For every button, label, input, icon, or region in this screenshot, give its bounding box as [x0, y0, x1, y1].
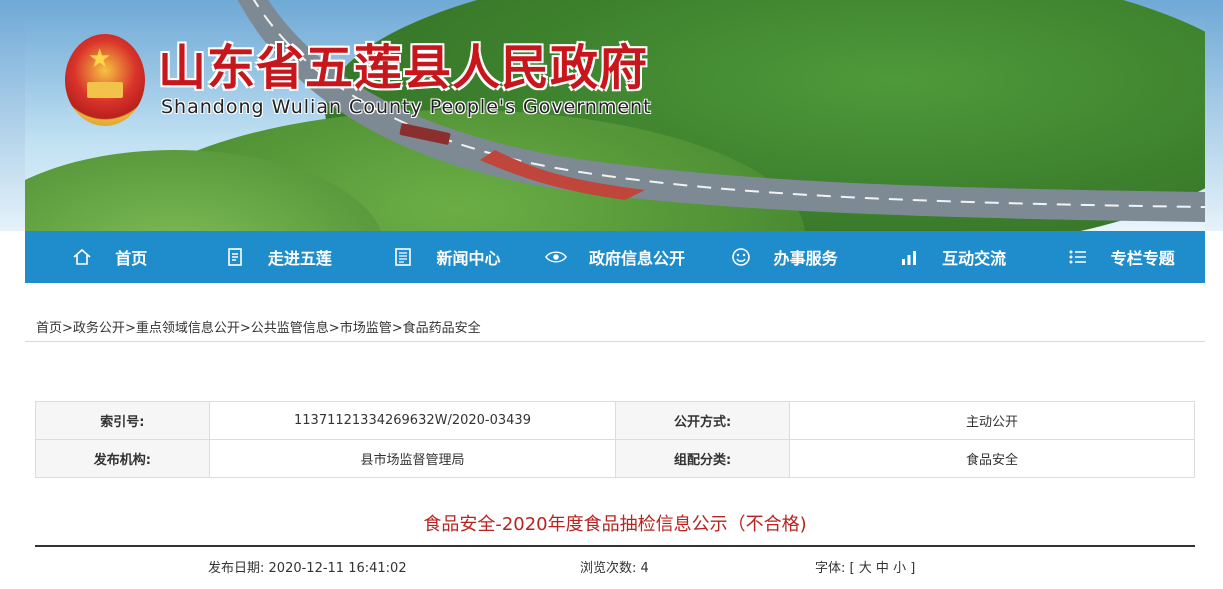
meta-label: 组配分类: — [615, 439, 790, 478]
nav-label: 首页 — [115, 249, 148, 268]
national-emblem-icon: ★ — [65, 34, 145, 126]
publish-date: 发布日期: 2020-12-11 16:41:02 — [208, 557, 407, 576]
font-size-large-button[interactable]: 大 — [859, 561, 872, 576]
document-meta-table: 索引号: 11371121334269632W/2020-03439 公开方式:… — [35, 401, 1195, 478]
smile-icon — [730, 246, 752, 268]
meta-label: 发布机构: — [35, 439, 210, 478]
main-nav: 首页 走进五莲 新闻中心 政府信息公开 办事服务 互动交流 专栏专题 — [25, 231, 1205, 283]
font-size-control: 字体: [ 大 中 小 ] — [815, 557, 915, 576]
nav-label: 走进五莲 — [267, 249, 332, 268]
nav-label: 办事服务 — [773, 249, 838, 268]
view-count-value: 4 — [640, 561, 649, 576]
nav-item-interaction[interactable]: 互动交流 — [868, 231, 1037, 283]
chart-icon — [898, 246, 920, 268]
nav-label: 政府信息公开 — [589, 249, 686, 268]
eye-icon — [545, 246, 568, 268]
publish-date-value: 2020-12-11 16:41:02 — [268, 561, 407, 576]
breadcrumb-separator: > — [124, 321, 136, 336]
banner-side-right — [1205, 0, 1223, 231]
article-title: 食品安全-2020年度食品抽检信息公示（不合格) — [423, 514, 807, 535]
nav-label: 专栏专题 — [1110, 249, 1175, 268]
nav-item-home[interactable]: 首页 — [25, 231, 194, 283]
view-count-label: 浏览次数: — [580, 561, 637, 576]
breadcrumb-separator: > — [239, 321, 251, 336]
table-row: 发布机构: 县市场监督管理局 组配分类: 食品安全 — [35, 439, 1195, 478]
breadcrumb-link[interactable]: 公共监管信息 — [251, 321, 329, 336]
breadcrumb-separator: > — [391, 321, 403, 336]
meta-label: 公开方式: — [615, 401, 790, 440]
site-title: 山东省五莲县人民政府 — [158, 40, 649, 96]
breadcrumb-link[interactable]: 政务公开 — [73, 321, 125, 336]
site-subtitle: Shandong Wulian County People's Governme… — [161, 96, 652, 118]
font-size-bracket-open: [ — [849, 561, 855, 576]
nav-item-about[interactable]: 走进五莲 — [194, 231, 363, 283]
meta-label: 索引号: — [35, 401, 210, 440]
nav-item-services[interactable]: 办事服务 — [699, 231, 868, 283]
header-banner: ★ 山东省五莲县人民政府 Shandong Wulian County Peop… — [25, 0, 1205, 231]
publish-date-label: 发布日期: — [208, 561, 265, 576]
document-icon — [224, 246, 246, 268]
news-icon — [392, 246, 414, 268]
nav-item-gov-info[interactable]: 政府信息公开 — [531, 231, 700, 283]
font-size-label: 字体: — [815, 561, 846, 576]
article-title-divider — [35, 545, 1195, 547]
breadcrumb-divider — [25, 341, 1205, 342]
font-size-bracket-close: ] — [910, 561, 916, 576]
breadcrumb-link[interactable]: 重点领域信息公开 — [136, 321, 240, 336]
banner-side-left — [0, 0, 25, 231]
meta-value: 11371121334269632W/2020-03439 — [208, 401, 617, 440]
table-row: 索引号: 11371121334269632W/2020-03439 公开方式:… — [35, 401, 1195, 440]
list-icon — [1067, 246, 1089, 268]
nav-label: 互动交流 — [942, 249, 1007, 268]
meta-value: 县市场监督管理局 — [208, 439, 617, 478]
breadcrumb-separator: > — [62, 321, 73, 336]
font-size-small-button[interactable]: 小 — [893, 561, 906, 576]
meta-value: 食品安全 — [789, 439, 1195, 478]
meta-value: 主动公开 — [789, 401, 1195, 440]
home-icon — [71, 246, 93, 268]
breadcrumb-link[interactable]: 市场监管 — [340, 321, 392, 336]
breadcrumb-separator: > — [328, 321, 340, 336]
nav-item-topics[interactable]: 专栏专题 — [1036, 231, 1205, 283]
view-count: 浏览次数: 4 — [580, 557, 649, 576]
nav-item-news[interactable]: 新闻中心 — [362, 231, 531, 283]
breadcrumb: 首页>政务公开>重点领域信息公开>公共监管信息>市场监管>食品药品安全 — [36, 317, 481, 336]
breadcrumb-link[interactable]: 首页 — [36, 321, 62, 336]
font-size-medium-button[interactable]: 中 — [876, 561, 889, 576]
nav-label: 新闻中心 — [436, 249, 501, 268]
breadcrumb-link[interactable]: 食品药品安全 — [403, 321, 481, 336]
